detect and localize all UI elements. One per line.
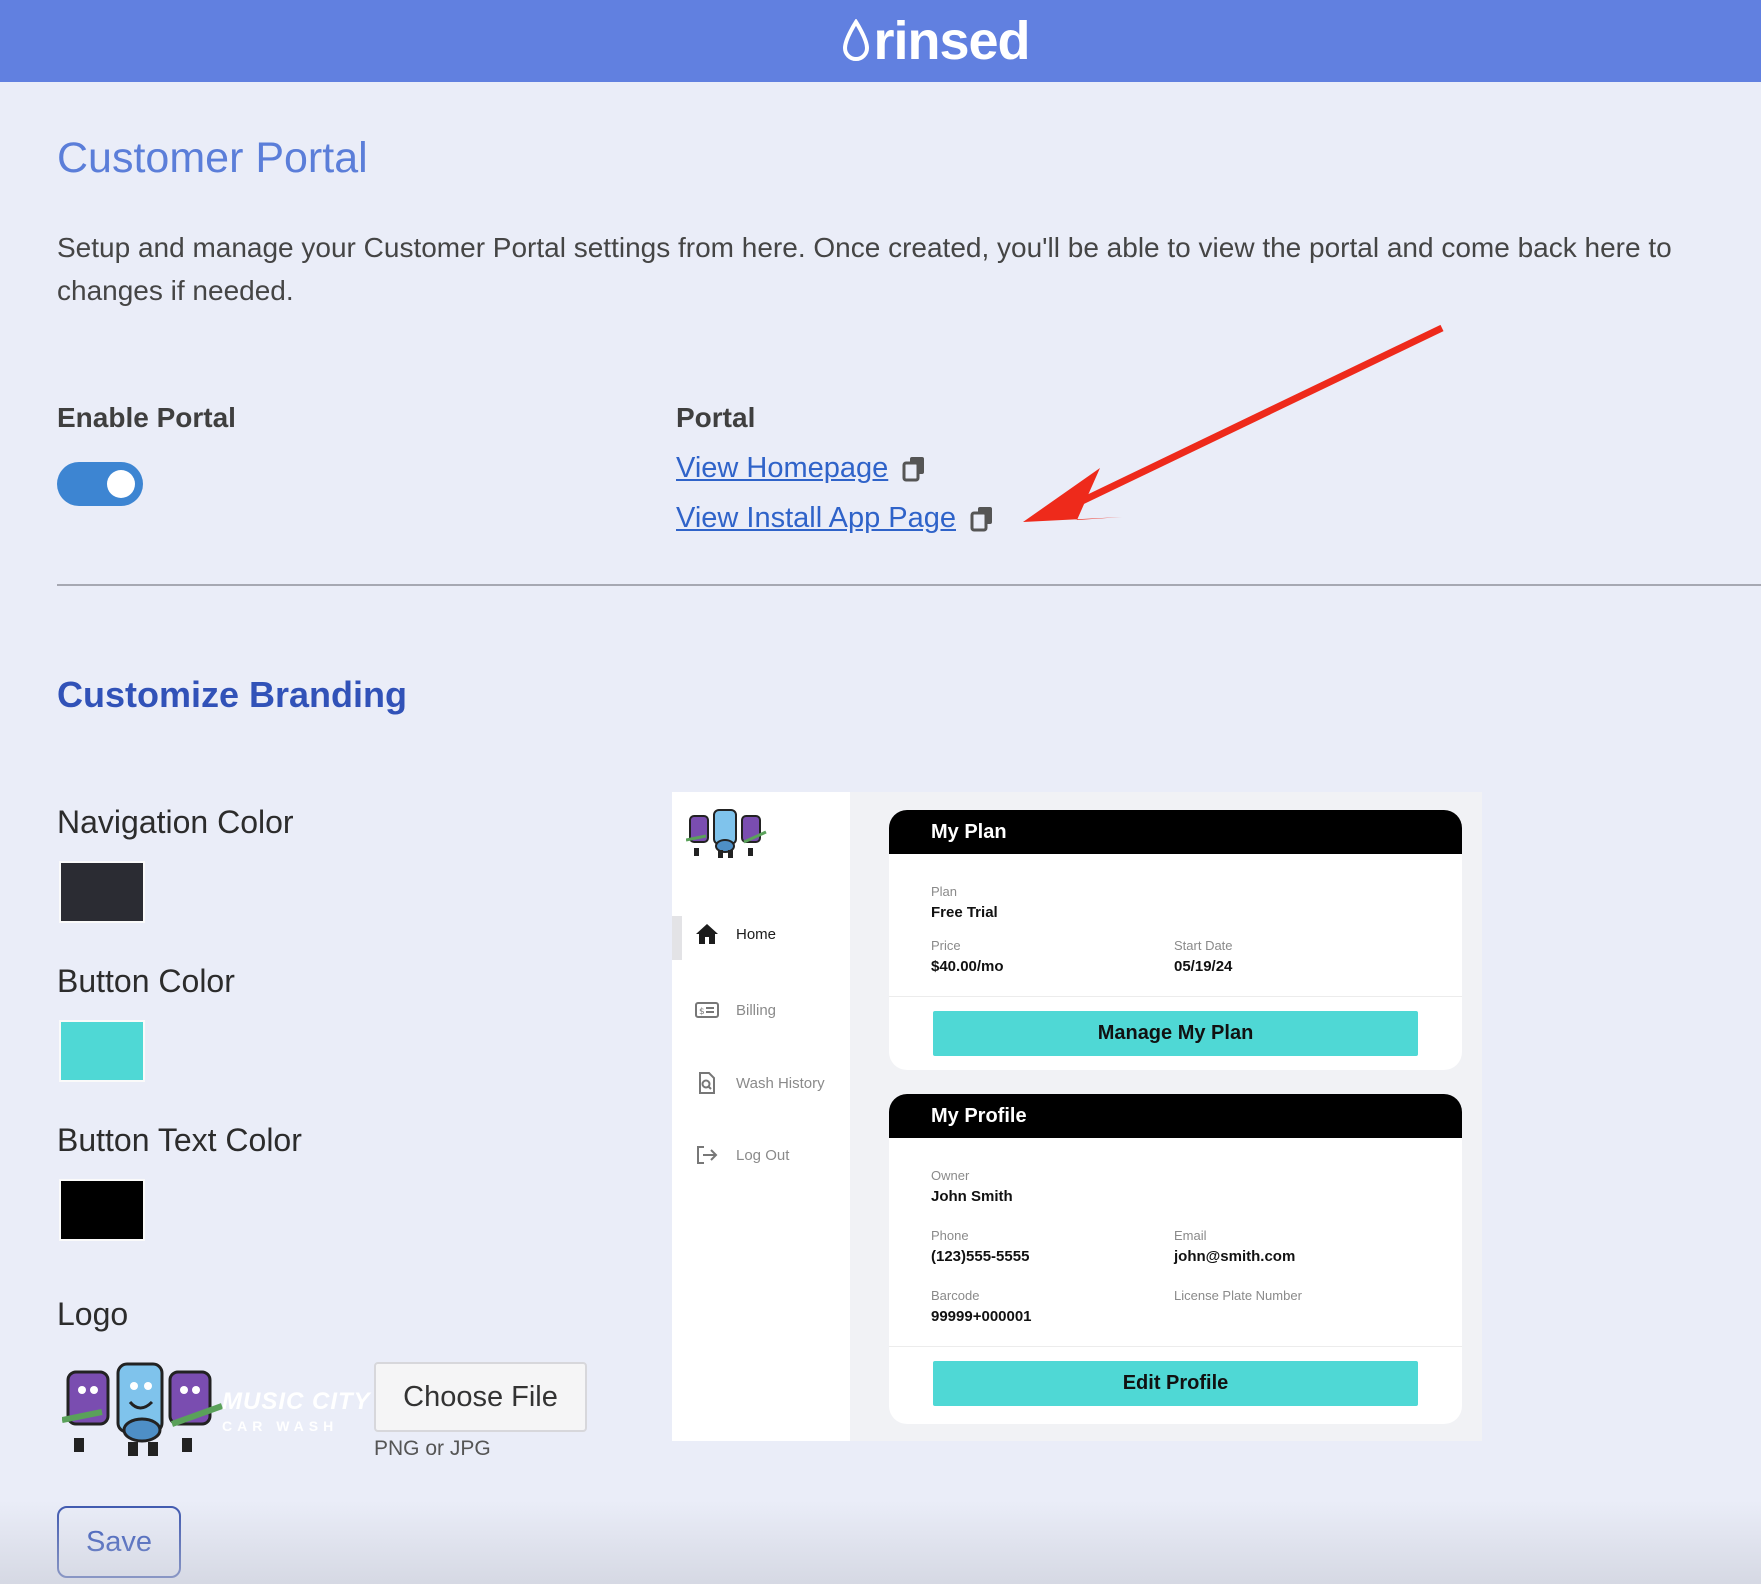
preview-logo-image (686, 809, 767, 858)
start-date-label: Start Date (1174, 938, 1233, 953)
barcode-label: Barcode (931, 1288, 980, 1303)
home-icon (696, 924, 718, 944)
button-text-color-label: Button Text Color (57, 1122, 302, 1158)
intro-text: Setup and manage your Customer Portal se… (57, 232, 1672, 306)
preview-nav-billing[interactable]: $ Billing (694, 998, 776, 1022)
preview-nav-label: Home (736, 925, 777, 943)
card-divider (889, 996, 1462, 997)
billing-icon: $ (695, 1002, 719, 1018)
barcode-value: 99999+000001 (931, 1308, 1032, 1325)
water-drop-icon (843, 19, 870, 61)
phone-label: Phone (931, 1228, 969, 1243)
logo-text-music-city: MUSIC CITY (222, 1388, 371, 1415)
owner-label: Owner (931, 1168, 970, 1183)
enable-portal-toggle[interactable] (57, 462, 143, 506)
manage-my-plan-button[interactable]: Manage My Plan (933, 1011, 1418, 1056)
my-profile-title: My Profile (889, 1094, 1462, 1138)
my-plan-title: My Plan (889, 810, 1462, 854)
portal-label: Portal (676, 402, 756, 433)
logout-icon (697, 1146, 718, 1164)
enable-portal-label: Enable Portal (57, 402, 236, 433)
page-title: Customer Portal (57, 134, 368, 182)
bottom-shadow (0, 1500, 1761, 1584)
document-search-icon (699, 1072, 715, 1094)
toggle-knob (107, 470, 135, 498)
email-value: john@smith.com (1174, 1248, 1296, 1265)
brand-logo[interactable]: rinsed (841, 10, 1031, 72)
button-color-swatch[interactable] (59, 1020, 145, 1082)
my-profile-card: My Profile Owner John Smith Phone (123)5… (889, 1094, 1462, 1424)
portal-preview: Home $ Billing Wash History Log Out My P… (672, 792, 1482, 1441)
view-homepage-row: View Homepage (676, 452, 926, 485)
preview-nav-label: Billing (736, 1001, 777, 1019)
plan-label: Plan (931, 884, 958, 899)
price-value: $40.00/mo (931, 958, 1004, 975)
top-bar: rinsed (0, 0, 1761, 82)
plan-value: Free Trial (931, 904, 998, 921)
save-button[interactable]: Save (57, 1506, 181, 1578)
navigation-color-label: Navigation Color (57, 804, 294, 840)
email-label: Email (1174, 1228, 1207, 1243)
view-install-app-row: View Install App Page (676, 502, 994, 535)
svg-text:$: $ (699, 1007, 705, 1017)
edit-profile-button[interactable]: Edit Profile (933, 1361, 1418, 1406)
logo-label: Logo (57, 1296, 129, 1332)
brand-name: rinsed (873, 11, 1030, 71)
view-homepage-link[interactable]: View Homepage (676, 452, 888, 485)
owner-value: John Smith (931, 1188, 1013, 1205)
view-install-app-link[interactable]: View Install App Page (676, 502, 956, 535)
preview-nav-home[interactable]: Home (694, 922, 776, 946)
start-date-value: 05/19/24 (1174, 958, 1233, 975)
preview-nav-label: Log Out (736, 1146, 790, 1164)
preview-nav-log-out[interactable]: Log Out (694, 1143, 789, 1167)
preview-nav-wash-history[interactable]: Wash History (694, 1071, 825, 1095)
customize-branding-title: Customize Branding (57, 674, 408, 715)
logo-text-car-wash: CAR WASH (222, 1418, 339, 1434)
copy-icon[interactable] (970, 506, 994, 532)
button-text-color-swatch[interactable] (59, 1179, 145, 1241)
license-plate-label: License Plate Number (1174, 1288, 1302, 1303)
navigation-color-swatch[interactable] (59, 861, 145, 923)
preview-active-indicator (672, 916, 682, 960)
preview-sidebar: Home $ Billing Wash History Log Out (672, 792, 850, 1441)
red-arrow-annotation (1023, 324, 1444, 522)
preview-nav-label: Wash History (736, 1074, 825, 1092)
file-type-hint: PNG or JPG (374, 1437, 491, 1460)
phone-value: (123)555-5555 (931, 1248, 1030, 1265)
choose-file-button[interactable]: Choose File (374, 1362, 587, 1432)
my-plan-card: My Plan Plan Free Trial Price $40.00/mo … (889, 810, 1462, 1070)
copy-icon[interactable] (902, 456, 926, 482)
card-divider (889, 1346, 1462, 1347)
button-color-label: Button Color (57, 963, 235, 999)
price-label: Price (931, 938, 961, 953)
section-divider (57, 584, 1761, 586)
